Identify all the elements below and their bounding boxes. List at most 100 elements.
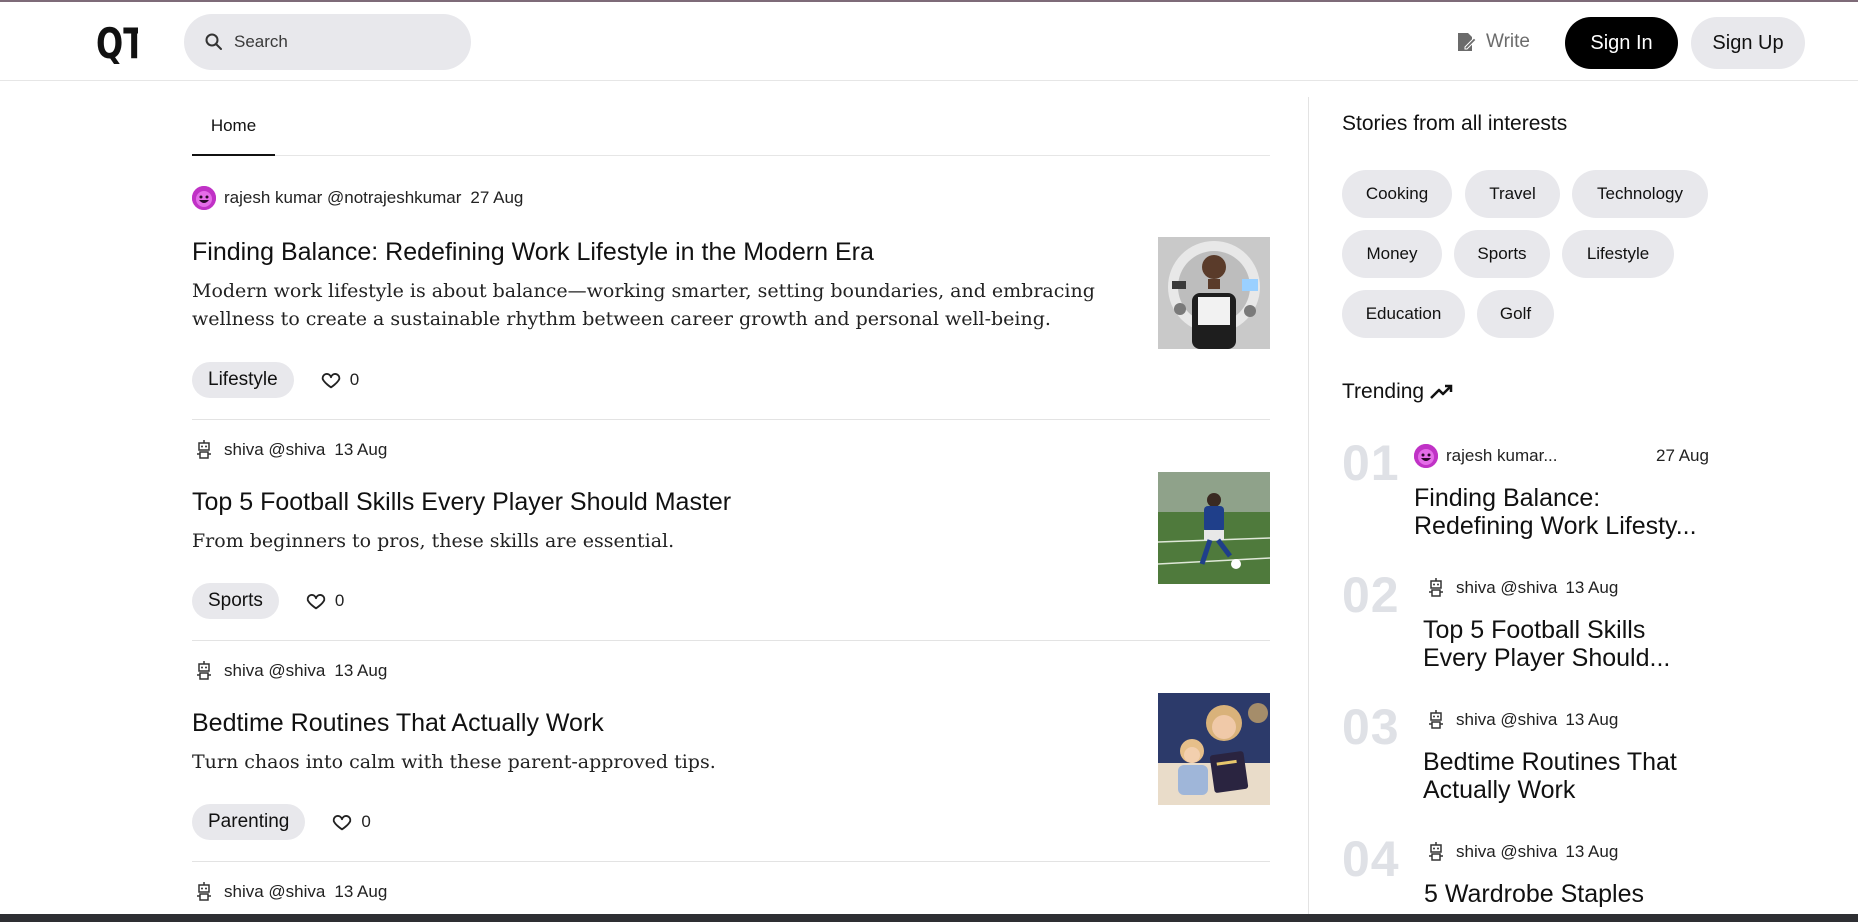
- interest-chip-money[interactable]: Money: [1342, 230, 1442, 278]
- post-date: 27 Aug: [470, 188, 524, 207]
- tag-chip[interactable]: Lifestyle: [192, 362, 294, 398]
- interest-chip-lifestyle[interactable]: Lifestyle: [1562, 230, 1674, 278]
- story-feed: rajesh kumar @notrajeshkumar 27 Aug Find…: [192, 156, 1270, 922]
- interest-chip-golf[interactable]: Golf: [1477, 290, 1554, 338]
- feed-tabs: Home: [192, 98, 1270, 156]
- interest-chip-cooking[interactable]: Cooking: [1342, 170, 1452, 218]
- trending-date: 13 Aug: [1565, 578, 1619, 597]
- trending-date: 13 Aug: [1565, 710, 1619, 729]
- smiley-avatar-icon[interactable]: [1414, 444, 1438, 468]
- trending-date: 13 Aug: [1565, 842, 1619, 861]
- author-name[interactable]: rajesh kumar @notrajeshkumar: [224, 188, 461, 208]
- like-button[interactable]: 0: [320, 369, 359, 391]
- top-navbar: QT Search Write Sign In Sign Up: [0, 2, 1858, 81]
- trending-title[interactable]: Top 5 Football Skills Every Player Shoul…: [1423, 616, 1670, 672]
- story-title[interactable]: Bedtime Routines That Actually Work: [192, 709, 604, 738]
- trending-meta: shiva @shiva 13 Aug: [1424, 840, 1618, 864]
- football-player-image[interactable]: [1158, 472, 1270, 584]
- heart-icon: [305, 590, 327, 612]
- write-label: Write: [1486, 31, 1530, 52]
- robot-avatar-icon[interactable]: [192, 438, 216, 462]
- sign-up-button[interactable]: Sign Up: [1691, 17, 1805, 69]
- like-button[interactable]: 0: [331, 811, 371, 833]
- trending-author[interactable]: shiva @shiva: [1456, 842, 1557, 862]
- trending-title-line: Actually Work: [1423, 776, 1576, 804]
- interest-chip-education[interactable]: Education: [1342, 290, 1465, 338]
- trending-item[interactable]: 03 shiva @shiva 13 Aug Bedtime Routines …: [1342, 698, 1762, 818]
- search-input[interactable]: Search: [234, 32, 288, 52]
- story-card[interactable]: shiva @shiva 13 Aug: [192, 862, 1270, 922]
- interest-chip-sports[interactable]: Sports: [1454, 230, 1550, 278]
- robot-avatar-icon[interactable]: [1424, 708, 1448, 732]
- story-meta: shiva @shiva 13 Aug: [192, 880, 387, 904]
- sign-in-button[interactable]: Sign In: [1565, 17, 1678, 69]
- trending-date: 27 Aug: [1656, 446, 1709, 465]
- trending-meta: shiva @shiva 13 Aug: [1424, 708, 1618, 732]
- story-meta: shiva @shiva 13 Aug: [192, 438, 387, 462]
- author-name[interactable]: shiva @shiva: [224, 882, 325, 902]
- trending-heading: Trending: [1342, 380, 1454, 404]
- smiley-avatar-icon[interactable]: [192, 186, 216, 210]
- tab-home[interactable]: Home: [192, 98, 275, 156]
- mother-reading-to-child-image[interactable]: [1158, 693, 1270, 805]
- trending-meta: rajesh kumar...: [1414, 444, 1558, 468]
- story-card[interactable]: rajesh kumar @notrajeshkumar 27 Aug Find…: [192, 156, 1270, 420]
- author-name[interactable]: shiva @shiva: [224, 440, 325, 460]
- trending-title-line: Redefining Work Lifesty...: [1414, 512, 1697, 540]
- trending-up-icon: [1430, 382, 1454, 402]
- write-icon: [1454, 30, 1478, 54]
- search-bar[interactable]: Search: [184, 14, 471, 70]
- story-title[interactable]: Finding Balance: Redefining Work Lifesty…: [192, 238, 874, 267]
- trending-title[interactable]: 5 Wardrobe Staples: [1424, 880, 1644, 908]
- author-name[interactable]: shiva @shiva: [224, 661, 325, 681]
- trending-author[interactable]: shiva @shiva: [1456, 710, 1557, 730]
- story-footer: Parenting 0: [192, 804, 371, 840]
- like-button[interactable]: 0: [305, 590, 344, 612]
- search-icon: [204, 32, 224, 52]
- heart-icon: [331, 811, 353, 833]
- post-date: 13 Aug: [334, 440, 388, 459]
- trending-label: Trending: [1342, 380, 1425, 403]
- trending-number: 01: [1342, 435, 1400, 491]
- trending-item[interactable]: 02 shiva @shiva 13 Aug Top 5 Football Sk…: [1342, 566, 1762, 686]
- trending-number: 03: [1342, 699, 1400, 755]
- interest-chip-travel[interactable]: Travel: [1465, 170, 1560, 218]
- trending-title[interactable]: Bedtime Routines That Actually Work: [1423, 748, 1677, 804]
- trending-meta: shiva @shiva 13 Aug: [1424, 576, 1618, 600]
- interests-heading: Stories from all interests: [1342, 112, 1568, 135]
- site-logo[interactable]: QT: [96, 18, 145, 68]
- trending-author[interactable]: rajesh kumar...: [1446, 446, 1558, 466]
- story-meta: rajesh kumar @notrajeshkumar 27 Aug: [192, 186, 523, 210]
- trending-title[interactable]: Finding Balance: Redefining Work Lifesty…: [1414, 484, 1697, 540]
- like-count: 0: [361, 812, 371, 831]
- story-card[interactable]: shiva @shiva 13 Aug Top 5 Football Skill…: [192, 420, 1270, 641]
- trending-title-line: Bedtime Routines That: [1423, 748, 1677, 776]
- robot-avatar-icon[interactable]: [1424, 840, 1448, 864]
- robot-avatar-icon[interactable]: [192, 880, 216, 904]
- heart-icon: [320, 369, 342, 391]
- trending-title-line: 5 Wardrobe Staples: [1424, 880, 1645, 908]
- trending-author[interactable]: shiva @shiva: [1456, 578, 1557, 598]
- trending-title-line: Finding Balance:: [1414, 484, 1601, 512]
- tag-chip[interactable]: Sports: [192, 583, 279, 619]
- post-date: 13 Aug: [334, 882, 388, 901]
- trending-title-line: Every Player Should...: [1423, 644, 1671, 672]
- trending-title-line: Top 5 Football Skills: [1423, 616, 1646, 644]
- tag-chip[interactable]: Parenting: [192, 804, 306, 840]
- interest-chip-technology[interactable]: Technology: [1572, 170, 1708, 218]
- trending-item[interactable]: 04 shiva @shiva 13 Aug 5 Wardrobe Staple…: [1342, 830, 1762, 914]
- story-footer: Lifestyle 0: [192, 362, 359, 398]
- write-button[interactable]: Write: [1454, 30, 1530, 54]
- trending-number: 02: [1342, 567, 1400, 623]
- post-date: 13 Aug: [334, 661, 388, 680]
- robot-avatar-icon[interactable]: [1424, 576, 1448, 600]
- robot-avatar-icon[interactable]: [192, 659, 216, 683]
- story-excerpt: Turn chaos into calm with these parent-a…: [192, 751, 716, 773]
- trending-item[interactable]: 01 rajesh kumar... 27 Aug Finding Balanc…: [1342, 434, 1762, 554]
- business-man-multitasking-image[interactable]: [1158, 237, 1270, 349]
- story-card[interactable]: shiva @shiva 13 Aug Bedtime Routines Tha…: [192, 641, 1270, 862]
- story-title[interactable]: Top 5 Football Skills Every Player Shoul…: [192, 488, 731, 517]
- sidebar-divider: [1308, 97, 1309, 922]
- story-meta: shiva @shiva 13 Aug: [192, 659, 387, 683]
- trending-number: 04: [1342, 831, 1400, 887]
